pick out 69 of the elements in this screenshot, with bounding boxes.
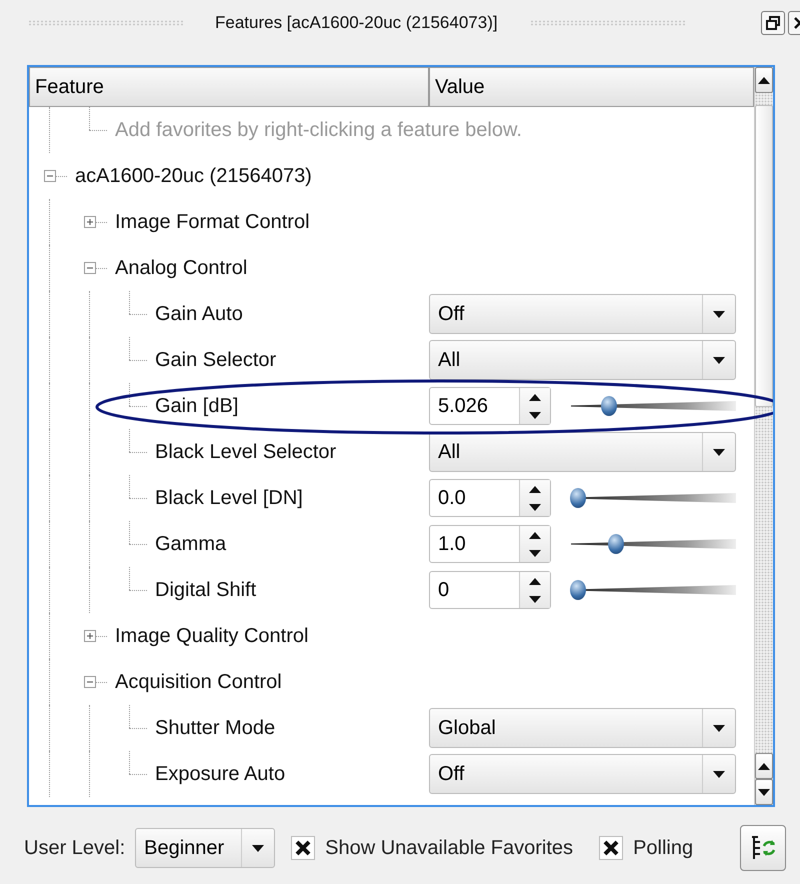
feature-label[interactable]: Image Format Control	[115, 210, 310, 234]
spin-box[interactable]: 0.0	[429, 479, 551, 517]
down-arrow-icon	[713, 310, 725, 318]
scroll-up-button[interactable]	[755, 67, 773, 93]
slider-thumb[interactable]	[600, 396, 617, 416]
feature-label: Gamma	[155, 532, 226, 556]
slider-thumb[interactable]	[608, 534, 624, 554]
feature-label[interactable]: Analog Control	[115, 256, 248, 280]
up-arrow-icon	[529, 394, 541, 400]
feature-label: Black Level [DN]	[155, 486, 303, 510]
feature-label: Shutter Mode	[155, 716, 276, 740]
scroll-down-button[interactable]	[755, 779, 773, 805]
window-title: Features [acA1600-20uc (21564073)]	[215, 13, 498, 33]
feature-label: Gain Auto	[155, 302, 243, 326]
spin-box[interactable]: 0	[429, 571, 551, 609]
collapse-icon[interactable]	[84, 262, 96, 274]
column-header[interactable]: Feature	[29, 67, 429, 107]
dropdown[interactable]: Global	[429, 708, 736, 748]
slider-thumb[interactable]	[570, 488, 586, 508]
spin-box[interactable]: 1.0	[429, 525, 551, 563]
feature-label: Digital Shift	[155, 578, 256, 602]
spin-box[interactable]: 5.026	[429, 387, 551, 425]
slider-thumb[interactable]	[570, 580, 586, 600]
down-arrow-icon	[529, 550, 541, 556]
up-arrow-icon	[529, 578, 541, 584]
collapse-icon[interactable]	[44, 170, 56, 182]
feature-label[interactable]: acA1600-20uc (21564073)	[75, 164, 312, 188]
down-arrow-icon	[529, 596, 541, 602]
tree-refresh-button[interactable]	[740, 825, 786, 871]
up-arrow-icon	[529, 486, 541, 492]
down-arrow-icon	[529, 504, 541, 510]
column-header[interactable]: Value	[429, 67, 754, 107]
feature-label: Exposure Auto	[155, 762, 286, 786]
dropdown[interactable]: Off	[429, 294, 736, 334]
user-level-dropdown[interactable]: Beginner	[135, 828, 276, 868]
down-arrow-icon	[713, 770, 725, 778]
feature-label[interactable]: Image Quality Control	[115, 624, 308, 648]
up-arrow-icon	[758, 76, 770, 84]
checkbox[interactable]	[291, 836, 316, 860]
checkbox-label[interactable]: Show Unavailable Favorites	[325, 836, 574, 860]
feature-label[interactable]: Acquisition Control	[115, 670, 282, 694]
dropdown[interactable]: All	[429, 340, 736, 380]
tree-refresh-icon	[749, 834, 777, 862]
expand-icon[interactable]	[84, 216, 96, 228]
up-arrow-icon	[529, 532, 541, 538]
expand-icon[interactable]	[84, 630, 96, 642]
grip-handle[interactable]	[28, 20, 183, 26]
down-arrow-icon	[529, 412, 541, 418]
restore-icon	[766, 16, 780, 30]
down-arrow-icon	[758, 788, 770, 796]
feature-label: Gain Selector	[155, 348, 276, 372]
down-arrow-icon	[252, 844, 264, 852]
up-arrow-icon	[758, 762, 770, 770]
checkbox-label[interactable]: Polling	[633, 836, 694, 860]
grip-handle[interactable]	[530, 20, 685, 26]
scroll-up-button[interactable]	[755, 753, 773, 779]
feature-label: Black Level Selector	[155, 440, 336, 464]
scrollbar-thumb[interactable]	[755, 105, 773, 407]
feature-label: Gain [dB]	[155, 394, 238, 418]
checkbox[interactable]	[599, 836, 624, 860]
down-arrow-icon	[713, 724, 725, 732]
down-arrow-icon	[713, 356, 725, 364]
dropdown[interactable]: Off	[429, 754, 736, 794]
dropdown[interactable]: All	[429, 432, 736, 472]
user-level-label: User Level:	[24, 836, 126, 860]
restore-button[interactable]	[761, 11, 785, 35]
collapse-icon[interactable]	[84, 676, 96, 688]
down-arrow-icon	[713, 448, 725, 456]
hint-text: Add favorites by right-clicking a feature below.	[115, 118, 522, 142]
